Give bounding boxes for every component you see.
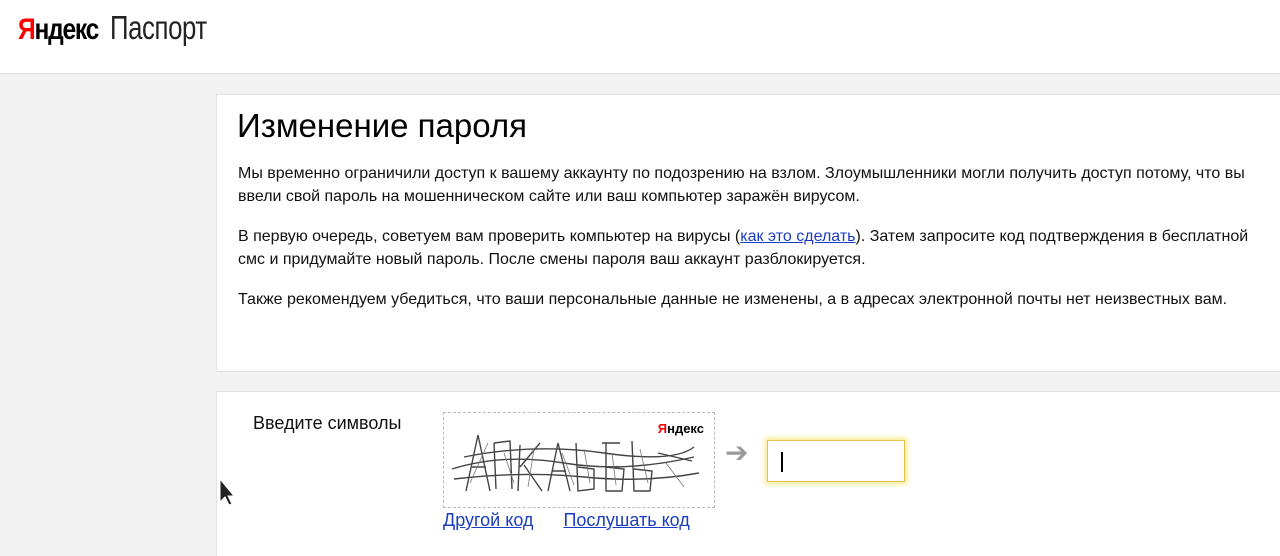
passport-logo-text[interactable]: Паспорт [110, 9, 207, 47]
yandex-logo[interactable]: Яндекс [18, 13, 99, 47]
captcha-label: Введите символы [253, 413, 402, 433]
other-code-link[interactable]: Другой код [443, 510, 533, 530]
arrow-right-icon: ➔ [725, 437, 749, 468]
captcha-yandex-logo: Яндекс [657, 421, 704, 436]
password-change-info-card: Изменение пароля Мы временно ограничили … [216, 94, 1280, 372]
captcha-links: Другой код Послушать код [443, 510, 720, 531]
page-title: Изменение пароля [237, 107, 527, 144]
captcha-card: Введите символы Яндекс ➔ Другой код Посл… [216, 391, 1280, 556]
yandex-passport-logo[interactable]: Яндекс Паспорт [18, 9, 234, 47]
captcha-input[interactable] [767, 440, 905, 482]
intro-paragraph-2: В первую очередь, советуем вам проверить… [238, 228, 1249, 268]
header: Яндекс Паспорт [0, 0, 1280, 74]
text-caret [781, 452, 783, 472]
listen-code-link[interactable]: Послушать код [563, 510, 689, 530]
mouse-pointer-icon [219, 478, 235, 506]
how-to-check-link[interactable]: как это сделать [740, 228, 855, 245]
captcha-image: Яндекс [443, 412, 715, 508]
intro-paragraph-3: Также рекомендуем убедиться, что ваши пе… [238, 291, 1228, 308]
intro-paragraph-1: Мы временно ограничили доступ к вашему а… [238, 165, 1245, 205]
